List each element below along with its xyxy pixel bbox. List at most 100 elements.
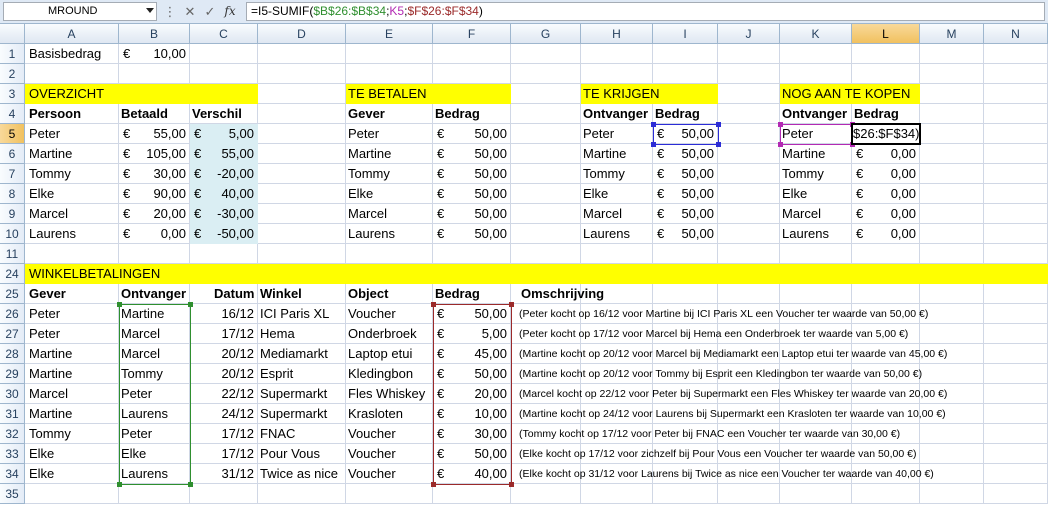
cell-n9[interactable] — [984, 204, 1048, 224]
cell-d11[interactable] — [258, 244, 346, 264]
row-header-3[interactable]: 3 — [0, 84, 25, 104]
cell-k1[interactable] — [780, 44, 852, 64]
cell-g35[interactable] — [511, 484, 581, 504]
cell-f2[interactable] — [433, 64, 511, 84]
row-header-9[interactable]: 9 — [0, 204, 25, 224]
cell-c35[interactable] — [190, 484, 258, 504]
cell-g7[interactable] — [511, 164, 581, 184]
row-header-28[interactable]: 28 — [0, 344, 25, 364]
insert-function-icon[interactable]: fx — [220, 2, 240, 21]
cell-c1[interactable] — [190, 44, 258, 64]
cell-m7[interactable] — [920, 164, 984, 184]
cell-j9[interactable] — [718, 204, 780, 224]
cell-g4[interactable] — [511, 104, 581, 124]
cell-n11[interactable] — [984, 244, 1048, 264]
cell-h35[interactable] — [581, 484, 653, 504]
column-header-j[interactable]: J — [718, 24, 780, 44]
column-header-c[interactable]: C — [190, 24, 258, 44]
cell-h11[interactable] — [581, 244, 653, 264]
cell-d1[interactable] — [258, 44, 346, 64]
cell-k35[interactable] — [780, 484, 852, 504]
cell-e2[interactable] — [346, 64, 433, 84]
cell-j3[interactable] — [718, 84, 780, 104]
cell-m35[interactable] — [920, 484, 984, 504]
cell-m5[interactable] — [920, 124, 984, 144]
row-header-32[interactable]: 32 — [0, 424, 25, 444]
row-header-4[interactable]: 4 — [0, 104, 25, 124]
cell-j8[interactable] — [718, 184, 780, 204]
enter-icon[interactable]: ✓ — [200, 2, 220, 21]
row-header-26[interactable]: 26 — [0, 304, 25, 324]
cell-i35[interactable] — [653, 484, 718, 504]
cell-j6[interactable] — [718, 144, 780, 164]
cell-b2[interactable] — [119, 64, 190, 84]
cell-m2[interactable] — [920, 64, 984, 84]
cell-m1[interactable] — [920, 44, 984, 64]
column-header-i[interactable]: I — [653, 24, 718, 44]
cell-i1[interactable] — [653, 44, 718, 64]
cell-g9[interactable] — [511, 204, 581, 224]
cell-n6[interactable] — [984, 144, 1048, 164]
cell-i2[interactable] — [653, 64, 718, 84]
formula-input[interactable]: =I5-SUMIF($B$26:$B$34;K5;$F$26:$F$34) — [246, 2, 1045, 21]
row-header-31[interactable]: 31 — [0, 404, 25, 424]
row-header-1[interactable]: 1 — [0, 44, 25, 64]
cell-a2[interactable] — [25, 64, 119, 84]
cell-j35[interactable] — [718, 484, 780, 504]
column-header-n[interactable]: N — [984, 24, 1048, 44]
cell-d35[interactable] — [258, 484, 346, 504]
cell-m10[interactable] — [920, 224, 984, 244]
select-all-corner[interactable] — [0, 24, 25, 44]
column-header-e[interactable]: E — [346, 24, 433, 44]
cell-m11[interactable] — [920, 244, 984, 264]
cell-i11[interactable] — [653, 244, 718, 264]
row-header-7[interactable]: 7 — [0, 164, 25, 184]
cell-n1[interactable] — [984, 44, 1048, 64]
cell-d2[interactable] — [258, 64, 346, 84]
row-header-33[interactable]: 33 — [0, 444, 25, 464]
cell-n2[interactable] — [984, 64, 1048, 84]
cell-j25[interactable] — [718, 284, 780, 304]
column-header-h[interactable]: H — [581, 24, 653, 44]
cancel-icon[interactable]: ✕ — [180, 2, 200, 21]
row-header-8[interactable]: 8 — [0, 184, 25, 204]
cell-j2[interactable] — [718, 64, 780, 84]
cell-n7[interactable] — [984, 164, 1048, 184]
cell-k11[interactable] — [780, 244, 852, 264]
cell-n5[interactable] — [984, 124, 1048, 144]
cell-m25[interactable] — [920, 284, 984, 304]
row-header-29[interactable]: 29 — [0, 364, 25, 384]
cell-k25[interactable] — [780, 284, 852, 304]
cell-m3[interactable] — [920, 84, 984, 104]
cell-e11[interactable] — [346, 244, 433, 264]
row-header-24[interactable]: 24 — [0, 264, 25, 284]
cell-g10[interactable] — [511, 224, 581, 244]
column-header-l[interactable]: L — [852, 24, 920, 44]
cell-d7[interactable] — [258, 164, 346, 184]
cell-h1[interactable] — [581, 44, 653, 64]
cell-b11[interactable] — [119, 244, 190, 264]
cell-d3[interactable] — [258, 84, 346, 104]
cell-m9[interactable] — [920, 204, 984, 224]
cell-f1[interactable] — [433, 44, 511, 64]
cell-j7[interactable] — [718, 164, 780, 184]
cell-n25[interactable] — [984, 284, 1048, 304]
cell-c2[interactable] — [190, 64, 258, 84]
cell-l35[interactable] — [852, 484, 920, 504]
cell-d9[interactable] — [258, 204, 346, 224]
row-header-10[interactable]: 10 — [0, 224, 25, 244]
column-header-g[interactable]: G — [511, 24, 581, 44]
row-header-5[interactable]: 5 — [0, 124, 25, 144]
cell-g11[interactable] — [511, 244, 581, 264]
cell-g2[interactable] — [511, 64, 581, 84]
cell-d10[interactable] — [258, 224, 346, 244]
cell-j5[interactable] — [718, 124, 780, 144]
cell-l2[interactable] — [852, 64, 920, 84]
cell-j4[interactable] — [718, 104, 780, 124]
cell-g3[interactable] — [511, 84, 581, 104]
column-header-f[interactable]: F — [433, 24, 511, 44]
cell-j11[interactable] — [718, 244, 780, 264]
row-header-35[interactable]: 35 — [0, 484, 25, 504]
cell-m6[interactable] — [920, 144, 984, 164]
cell-k2[interactable] — [780, 64, 852, 84]
